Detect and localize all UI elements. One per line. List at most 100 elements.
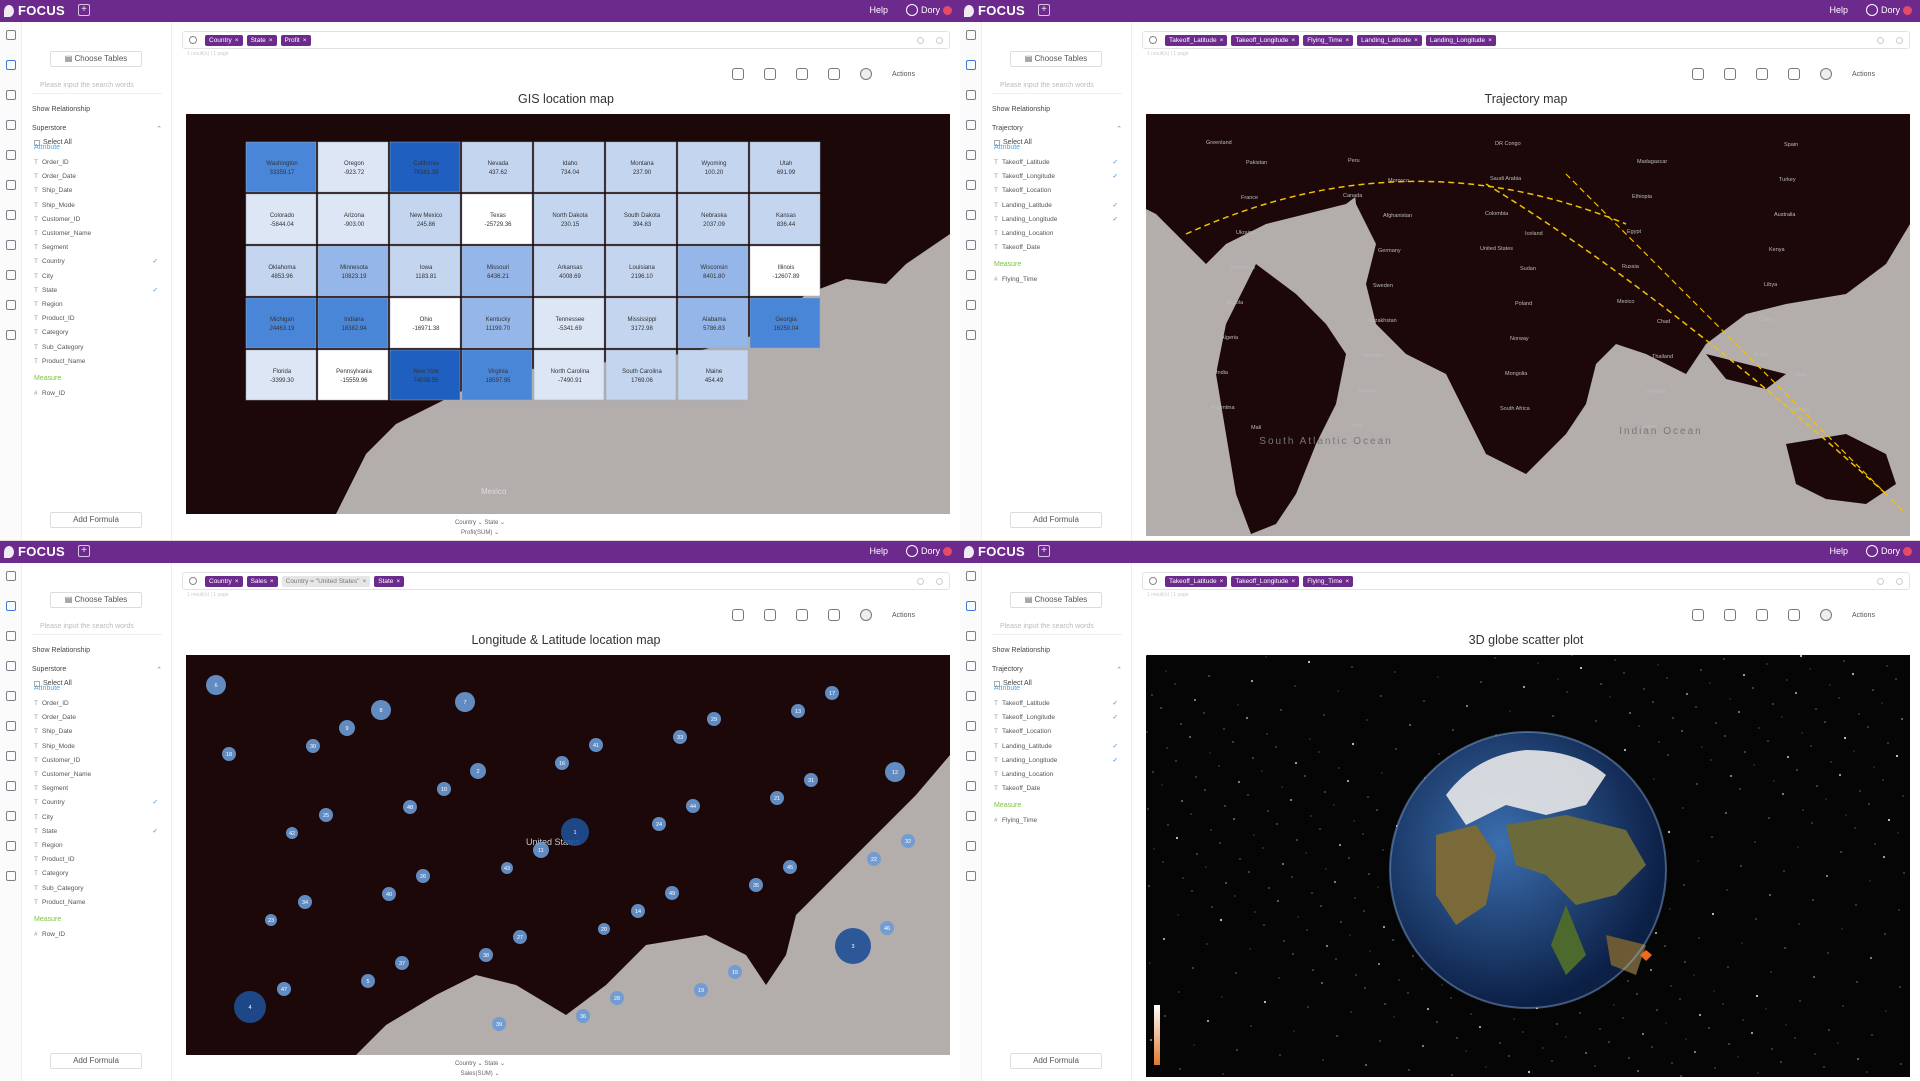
actions-menu[interactable]: Actions [1852,612,1875,619]
table-icon[interactable] [1788,609,1800,621]
state-region[interactable] [317,245,389,297]
cluster-marker[interactable]: 5 [361,974,375,988]
rail-nav-icon[interactable] [6,631,16,641]
field-item[interactable]: T Product_Name [34,357,162,371]
close-icon[interactable]: × [1220,578,1224,585]
field-item[interactable]: T Product_ID [34,855,162,869]
close-icon[interactable]: × [1220,37,1224,44]
state-region[interactable] [749,193,821,245]
cluster-marker[interactable]: 15 [728,965,742,979]
pin-icon[interactable] [764,609,776,621]
field-item[interactable]: T Country ✓ [34,257,162,271]
field-item[interactable]: T Landing_Longitude ✓ [994,756,1122,770]
focus-logo[interactable]: FOCUS [4,544,65,559]
field-item[interactable]: T Customer_ID [34,215,162,229]
state-region[interactable] [605,349,677,401]
new-tab-icon[interactable]: + [1038,4,1050,16]
field-item[interactable]: T Takeoff_Location [994,186,1122,200]
state-region[interactable] [461,141,533,193]
field-item[interactable]: T Country ✓ [34,798,162,812]
rail-nav-icon[interactable] [6,180,16,190]
user-menu[interactable]: Dory [1865,4,1912,16]
cluster-marker[interactable]: 1 [561,818,589,846]
focus-logo[interactable]: FOCUS [964,544,1025,559]
cluster-marker[interactable]: 17 [825,686,839,700]
user-menu[interactable]: Dory [905,545,952,557]
show-relationship-toggle[interactable]: Show Relationship [32,106,90,113]
rail-nav-icon[interactable] [966,210,976,220]
field-item[interactable]: T Landing_Location [994,770,1122,784]
rail-nav-icon[interactable] [6,240,16,250]
state-region[interactable] [317,141,389,193]
help-link[interactable]: Help [1829,546,1848,556]
field-item[interactable]: T Region [34,841,162,855]
settings-icon[interactable] [1877,37,1884,44]
field-item[interactable]: T Order_ID [34,158,162,172]
state-region[interactable] [389,349,461,401]
help-link[interactable]: Help [869,546,888,556]
measure-item[interactable]: # Flying_Time [994,816,1122,830]
cluster-marker[interactable]: 11 [533,842,549,858]
state-region[interactable] [245,349,317,401]
gear-icon[interactable] [1756,68,1768,80]
comment-icon[interactable] [732,609,744,621]
close-icon[interactable]: × [303,37,307,44]
state-region[interactable] [533,349,605,401]
rail-nav-icon[interactable] [966,751,976,761]
field-search-input[interactable]: Please input the search words [992,82,1122,94]
search-chip[interactable]: Landing_Latitude × [1357,35,1422,46]
field-item[interactable]: T Customer_Name [34,229,162,243]
field-search-input[interactable]: Please input the search words [32,82,162,94]
axis-selector-measure[interactable]: Profit(SUM) ⌄ [0,529,960,536]
gear-icon[interactable] [796,68,808,80]
cluster-marker[interactable]: 43 [501,862,513,874]
field-item[interactable]: T Category [34,328,162,342]
cluster-marker[interactable]: 19 [694,983,708,997]
table-icon[interactable] [828,609,840,621]
field-item[interactable]: T Takeoff_Longitude ✓ [994,172,1122,186]
state-region[interactable] [533,297,605,349]
field-search-input[interactable]: Please input the search words [992,623,1122,635]
cluster-marker[interactable]: 41 [589,738,603,752]
actions-menu[interactable]: Actions [892,71,915,78]
state-region[interactable] [749,297,821,349]
cluster-marker[interactable]: 39 [492,1017,506,1031]
add-formula-button[interactable]: Add Formula [1010,1053,1102,1069]
cluster-marker[interactable]: 48 [403,800,417,814]
cluster-marker[interactable]: 23 [265,914,277,926]
cluster-marker[interactable]: 28 [610,991,624,1005]
search-chip[interactable]: Takeoff_Latitude × [1165,576,1228,587]
field-item[interactable]: T Takeoff_Location [994,727,1122,741]
close-icon[interactable]: × [1345,578,1349,585]
rail-nav-icon[interactable] [966,781,976,791]
rail-nav-icon[interactable] [6,871,16,881]
refresh-icon[interactable] [936,578,943,585]
rail-nav-icon[interactable] [6,150,16,160]
choose-tables-button[interactable]: ▤ Choose Tables [1010,592,1102,608]
state-region[interactable] [605,193,677,245]
rail-nav-icon[interactable] [966,180,976,190]
state-region[interactable] [245,297,317,349]
rail-nav-icon[interactable] [966,30,976,40]
cluster-marker[interactable]: 49 [665,886,679,900]
search-bar[interactable]: Takeoff_Latitude × Takeoff_Longitude × Flyin… [1142,31,1910,49]
lonlat-map[interactable]: United States 6 30 48 43 20 19 13 12 42 40 38 36 33 2… [186,655,950,1055]
search-bar[interactable]: Country × Sales × Country = "United States" ×… [182,572,950,590]
table-group-header[interactable]: Trajectory ⌃ [992,125,1122,133]
cluster-marker[interactable]: 14 [631,904,645,918]
rail-nav-icon[interactable] [6,691,16,701]
table-group-header[interactable]: Superstore ⌃ [32,666,162,674]
cluster-marker[interactable]: 12 [885,762,905,782]
focus-logo[interactable]: FOCUS [4,3,65,18]
chart-type-icon[interactable] [860,609,872,621]
cluster-marker[interactable]: 22 [867,852,881,866]
choose-tables-button[interactable]: ▤ Choose Tables [50,592,142,608]
cluster-marker[interactable]: 34 [298,895,312,909]
cluster-marker[interactable]: 46 [880,921,894,935]
axis-selector-measure[interactable]: Sales(SUM) ⌄ [0,1070,960,1077]
rail-nav-icon[interactable] [966,270,976,280]
gear-icon[interactable] [1756,609,1768,621]
cluster-marker[interactable]: 45 [783,860,797,874]
search-chip[interactable]: State × [374,576,405,587]
field-item[interactable]: T Ship_Date [34,727,162,741]
